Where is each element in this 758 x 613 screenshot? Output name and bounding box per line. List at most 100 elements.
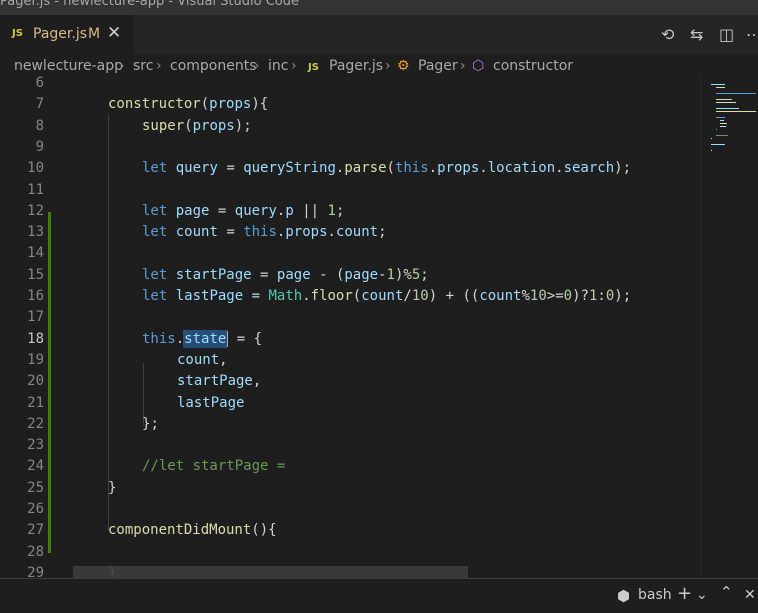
breadcrumb-item-newlecture-app[interactable]: newlecture-app [14,58,123,74]
minimap-line [711,138,713,139]
minimap-line [711,150,713,151]
code-line[interactable]: 24 //let startPage = [0,456,700,477]
minimap-line [715,99,733,100]
code-text: let page = query.p || 1; [142,202,345,219]
close-panel-icon[interactable]: ✕ [744,587,756,603]
chevron-down-icon[interactable]: ⌄ [696,587,708,603]
modified-indicator: M [88,26,101,42]
code-line[interactable]: 17 [0,307,700,328]
code-editor[interactable]: 6 7 constructor(props){ 8 super(props); 9 10 le… [0,73,700,578]
js-file-icon: JS [12,28,23,39]
line-number: 15 [27,266,44,283]
title-bar: Pager.js - newlecture-app - Visual Studi… [0,0,758,15]
code-line[interactable]: 21 lastPage [0,393,700,414]
code-text: let lastPage = Math.floor(count/10) + ((… [142,288,632,304]
code-line[interactable]: 9 [0,137,700,158]
code-text: let startPage = page - (page-1)%5; [142,266,429,283]
line-number: 24 [27,458,44,475]
line-number: 29 [27,564,44,578]
chevron-right-icon: › [291,58,297,74]
tab-filename: Pager.js [33,26,87,42]
method-icon: ⬡ [472,58,485,74]
breadcrumb-item-method[interactable]: constructor [493,58,573,74]
minimap-line [711,144,726,145]
breadcrumb-item-file[interactable]: Pager.js [329,58,383,74]
code-line[interactable]: 27 componentDidMount(){ [0,520,700,541]
line-number: 16 [27,288,44,304]
line-number: 28 [27,543,44,560]
close-tab-icon[interactable]: ✕ [107,23,121,43]
line-number: 25 [27,479,44,496]
chevron-right-icon: › [254,58,260,74]
code-line[interactable]: 25} [0,478,700,499]
line-number: 14 [27,245,44,262]
split-editor-icon[interactable]: ◫ [719,25,734,44]
compare-changes-icon[interactable]: ⇆ [690,25,703,44]
code-line[interactable]: 11 [0,180,700,201]
code-line[interactable]: 13 let count = this.props.count; [0,222,700,243]
js-file-icon: JS [308,62,319,73]
terminal-shell-name[interactable]: bash [638,587,672,603]
more-actions-icon[interactable]: ⋯ [746,25,758,44]
timeline-icon[interactable]: ⟲ [661,25,674,44]
minimap[interactable] [700,73,758,578]
maximize-panel-icon[interactable]: ⌃ [720,583,733,601]
minimap-line [715,111,757,112]
line-number: 13 [27,224,44,241]
minimap-line [715,129,718,130]
line-number: 17 [27,309,44,326]
horizontal-scrollbar[interactable] [73,566,468,578]
code-text: }; [142,415,159,432]
code-text: super(props); [142,117,252,134]
code-text: } [108,479,117,496]
breadcrumb-item-src[interactable]: src [133,58,153,74]
code-line[interactable]: 14 [0,243,700,264]
code-text: count, [177,351,228,368]
new-terminal-icon[interactable]: + [677,583,692,604]
line-number: 8 [35,117,44,134]
code-line[interactable]: 16 let lastPage = Math.floor(count/10) + … [0,286,700,307]
code-line[interactable]: 10 let query = queryString.parse(this.pro… [0,158,700,179]
line-number: 18 [27,330,44,347]
code-line[interactable]: 15 let startPage = page - (page-1)%5; [0,265,700,286]
code-line[interactable]: 22}; [0,414,700,435]
breadcrumb-item-components[interactable]: components [170,58,257,74]
code-line[interactable]: 26 [0,499,700,520]
code-line[interactable]: 8 super(props); [0,116,700,137]
tab-pager-js[interactable]: JS Pager.js M ✕ [0,15,134,54]
code-line[interactable]: 23 [0,435,700,456]
chevron-right-icon: › [156,58,162,74]
code-line[interactable]: 18 this.state = { [0,329,700,350]
line-number: 21 [27,394,44,411]
chevron-right-icon: › [119,58,125,74]
line-number: 11 [27,181,44,198]
line-number: 9 [35,138,44,155]
minimap-line [715,108,740,109]
code-text: let query = queryString.parse(this.props… [142,160,632,177]
code-line[interactable]: 6 [0,73,700,94]
terminal-icon: ⬢ [617,587,631,605]
minimap-line [711,84,725,85]
class-icon: ⚙ [397,58,410,74]
code-line[interactable]: 7 constructor(props){ [0,94,700,115]
code-line[interactable]: 20 startPage, [0,371,700,392]
breadcrumb-item-class[interactable]: Pager [418,58,458,74]
minimap-line [715,135,728,136]
minimap-line [715,102,736,103]
line-number: 12 [27,202,44,219]
line-number: 19 [27,351,44,368]
code-line[interactable]: 28 [0,542,700,563]
chevron-right-icon: › [460,58,466,74]
code-line[interactable]: 12 let page = query.p || 1; [0,201,700,222]
line-number: 26 [27,501,44,517]
minimap-line [715,87,725,88]
code-text: let count = this.props.count; [142,224,387,241]
code-text: this.state = { [142,329,263,348]
window-title: Pager.js - newlecture-app - Visual Studi… [0,0,299,9]
code-text: startPage, [177,373,262,390]
code-line[interactable]: 19 count, [0,350,700,371]
tab-bar: JS Pager.js M ✕ ⟲ ⇆ ◫ ⋯ [0,15,758,54]
minimap-line [715,93,757,94]
breadcrumb-item-inc[interactable]: inc [268,58,288,74]
minimap-line [720,126,726,127]
